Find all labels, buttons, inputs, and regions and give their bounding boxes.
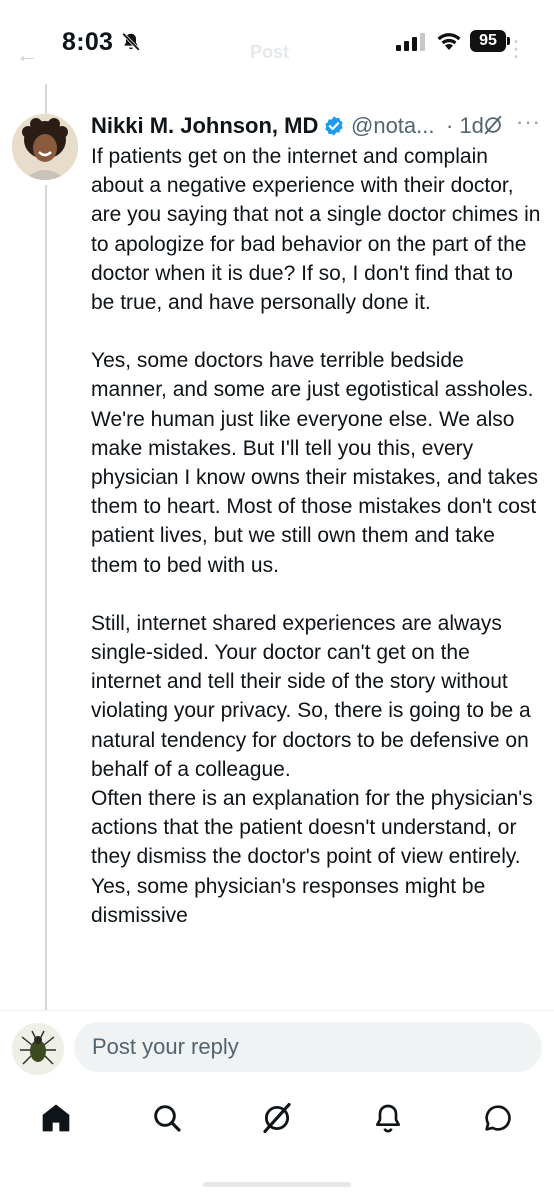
bug-avatar-image xyxy=(12,1023,64,1075)
post-timestamp[interactable]: · 1d xyxy=(446,113,484,139)
messages-icon xyxy=(485,1105,511,1131)
home-icon xyxy=(42,1104,70,1132)
search-icon xyxy=(154,1105,181,1132)
battery-indicator: 95 xyxy=(470,30,506,52)
home-indicator xyxy=(203,1182,351,1187)
wifi-icon xyxy=(437,33,461,50)
tweet-paragraph: Yes, some doctors have terrible bedside … xyxy=(91,349,539,577)
tweet-paragraph: Still, internet shared experiences are a… xyxy=(91,611,531,781)
battery-nub xyxy=(507,37,510,45)
more-options-icon[interactable]: ··· xyxy=(516,109,541,135)
back-arrow-icon[interactable]: ← xyxy=(16,42,38,68)
nav-grok[interactable] xyxy=(249,1090,305,1146)
divider xyxy=(0,1010,554,1011)
nav-search[interactable] xyxy=(139,1090,195,1146)
tweet-text: If patients get on the internet and comp… xyxy=(91,142,541,930)
tweet-paragraph: If patients get on the internet and comp… xyxy=(91,145,541,315)
author-handle[interactable]: @nota... xyxy=(351,113,435,139)
nav-notifications[interactable] xyxy=(360,1090,416,1146)
author-name[interactable]: Nikki M. Johnson, MD xyxy=(91,113,318,139)
grok-icon xyxy=(263,1102,291,1134)
user-avatar[interactable] xyxy=(12,1023,64,1075)
page-title: Post xyxy=(250,42,290,62)
avatar-image xyxy=(12,114,78,180)
tweet-header: Nikki M. Johnson, MD @nota... · 1d ··· xyxy=(91,109,546,143)
grok-icon[interactable] xyxy=(482,114,504,136)
thread-line xyxy=(45,84,47,114)
nav-home[interactable] xyxy=(28,1090,84,1146)
status-bar: ← Post ⋮ 8:03 95 xyxy=(0,0,554,84)
nav-messages[interactable] xyxy=(470,1090,526,1146)
bottom-nav xyxy=(0,1090,554,1146)
thread-line xyxy=(45,185,47,1010)
author-avatar[interactable] xyxy=(12,114,78,180)
reply-input[interactable] xyxy=(74,1022,542,1072)
cellular-signal-icon xyxy=(396,33,425,51)
notifications-icon xyxy=(376,1104,400,1133)
clock: 8:03 xyxy=(62,28,114,56)
silent-bell-icon xyxy=(122,32,140,51)
verified-badge-icon xyxy=(325,116,343,136)
tweet-paragraph: Often there is an explanation for the ph… xyxy=(91,787,533,927)
